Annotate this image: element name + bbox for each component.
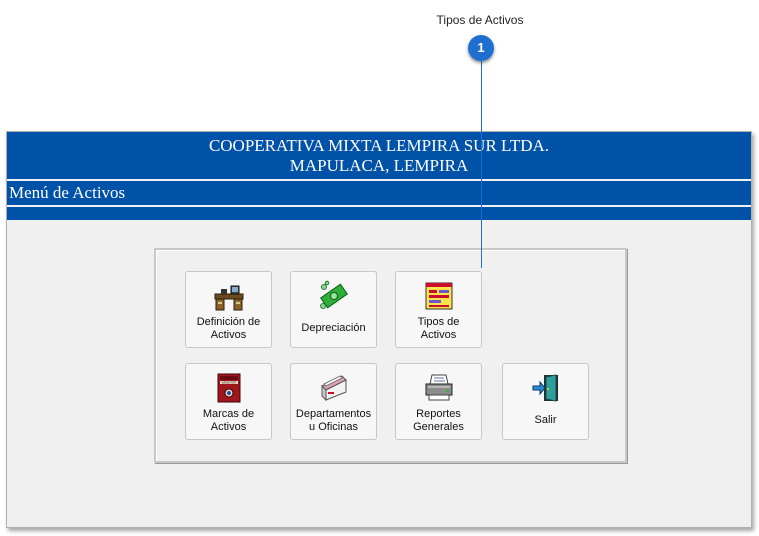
definicion-activos-button[interactable]: Definición de Activos — [185, 271, 272, 348]
header-banner: COOPERATIVA MIXTA LEMPIRA SUR LTDA. MAPU… — [7, 132, 751, 179]
money-icon — [319, 280, 348, 309]
menu-title: Menú de Activos — [7, 181, 751, 205]
printer-icon — [425, 374, 452, 401]
departamentos-oficinas-label: Departamentos u Oficinas — [295, 408, 372, 433]
company-location: MAPULACA, LEMPIRA — [289, 156, 469, 175]
depreciacion-label: Depreciación — [301, 322, 366, 334]
callout-title: Tipos de Activos — [436, 13, 524, 27]
marcas-activos-label: Marcas de Activos — [202, 408, 255, 433]
tipos-activos-button[interactable]: Tipos de Activos — [395, 271, 482, 348]
salir-label: Salir — [534, 414, 557, 426]
depreciacion-button[interactable]: Depreciación — [290, 271, 377, 348]
svg-text:WEBSTER: WEBSTER — [221, 381, 237, 385]
exit-door-icon — [532, 374, 558, 402]
reportes-generales-label: Reportes Generales — [413, 408, 464, 433]
button-panel: Definición de Activos Depreciación Tipos… — [154, 248, 627, 463]
form-window-icon — [425, 282, 452, 310]
desk-icon — [214, 285, 243, 311]
app-window: COOPERATIVA MIXTA LEMPIRA SUR LTDA. MAPU… — [6, 131, 752, 528]
menu-strip — [7, 207, 751, 220]
salir-button[interactable]: Salir — [502, 363, 589, 440]
card-file-icon — [320, 375, 347, 402]
dictionary-book-icon: WEBSTER — [217, 373, 240, 403]
tipos-activos-label: Tipos de Activos — [417, 316, 460, 341]
marcas-activos-button[interactable]: WEBSTER Marcas de Activos — [185, 363, 272, 440]
callout-line — [481, 61, 482, 268]
reportes-generales-button[interactable]: Reportes Generales — [395, 363, 482, 440]
departamentos-oficinas-button[interactable]: Departamentos u Oficinas — [290, 363, 377, 440]
callout-badge: 1 — [468, 35, 494, 61]
definicion-activos-label: Definición de Activos — [196, 316, 261, 341]
company-name: COOPERATIVA MIXTA LEMPIRA SUR LTDA. — [208, 136, 550, 155]
